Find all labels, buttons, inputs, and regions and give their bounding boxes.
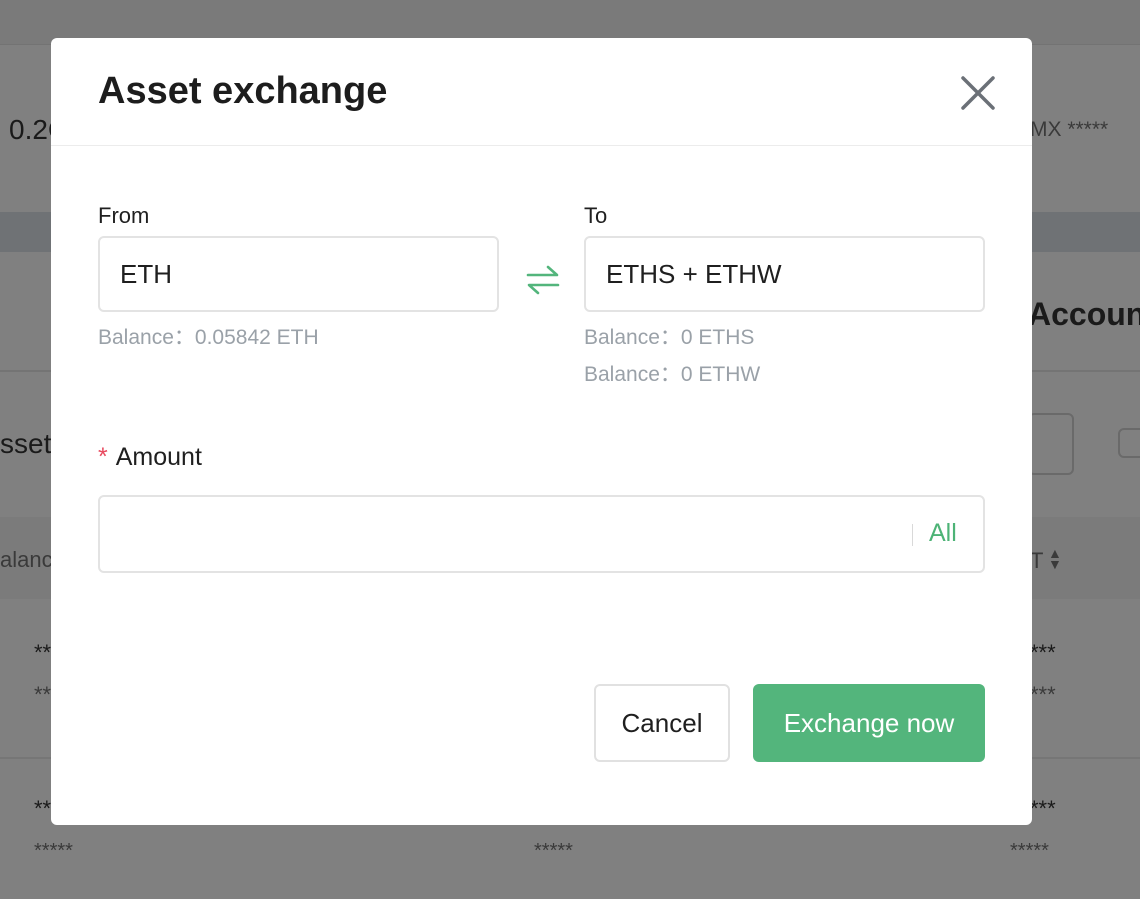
from-label: From xyxy=(98,203,150,228)
close-icon xyxy=(961,76,995,110)
amount-label-text: Amount xyxy=(115,443,202,471)
background-masked-cell: *** xyxy=(1030,796,1056,821)
to-asset-select[interactable]: ETHS + ETHW xyxy=(584,236,985,312)
to-balance-label: Balance： xyxy=(584,326,681,349)
to-balance-value: 0 ETHS xyxy=(680,326,755,349)
background-checkbox xyxy=(1118,428,1140,458)
cancel-button[interactable]: Cancel xyxy=(594,684,730,762)
sort-icon: ▲ ▼ xyxy=(1048,545,1062,572)
to-balance-value: 0 ETHW xyxy=(680,363,761,386)
background-masked-cell: ** xyxy=(34,682,52,707)
required-mark: * xyxy=(98,443,108,471)
background-masked-cell: ** xyxy=(34,640,52,665)
background-masked-cell: ***** xyxy=(534,840,573,862)
close-button[interactable] xyxy=(957,72,999,114)
background-account-heading: Accoun xyxy=(1028,296,1140,332)
background-column-balance: alanc xyxy=(0,547,53,572)
swap-button[interactable] xyxy=(526,265,560,295)
background-input xyxy=(1028,413,1074,475)
dialog-header: Asset exchange xyxy=(51,38,1032,146)
asset-exchange-dialog: Asset exchange From ETH Balance：0.05842 … xyxy=(51,38,1032,825)
amount-field[interactable]: All xyxy=(98,495,985,573)
amount-divider xyxy=(912,524,913,546)
to-balance-ethw: Balance：0 ETHW xyxy=(584,358,760,388)
background-masked-cell: *** xyxy=(1030,640,1056,665)
from-asset-value: ETH xyxy=(120,259,172,289)
to-balance-eths: Balance：0 ETHS xyxy=(584,321,754,351)
to-balance-label: Balance： xyxy=(584,363,681,386)
exchange-now-button[interactable]: Exchange now xyxy=(753,684,985,762)
background-masked-cell: ** xyxy=(34,796,52,821)
amount-label: * Amount xyxy=(98,443,202,472)
to-asset-value: ETHS + ETHW xyxy=(606,259,782,289)
background-masked-cell: ***** xyxy=(1010,840,1049,862)
background-masked-cell: *** xyxy=(1030,682,1056,707)
background-masked-cell: ***** xyxy=(34,840,73,862)
swap-arrows-icon xyxy=(526,265,560,295)
all-button[interactable]: All xyxy=(929,519,957,548)
from-balance-value: 0.05842 ETH xyxy=(194,326,319,349)
from-balance: Balance：0.05842 ETH xyxy=(98,321,319,351)
to-label: To xyxy=(584,203,608,228)
background-assets-label: sset xyxy=(0,428,52,459)
background-masked-value: MX ***** xyxy=(1030,118,1109,141)
dialog-title: Asset exchange xyxy=(98,70,388,112)
amount-input[interactable] xyxy=(114,509,898,561)
from-asset-select[interactable]: ETH xyxy=(98,236,499,312)
from-balance-label: Balance： xyxy=(98,326,195,349)
background-column-sort: T xyxy=(1030,548,1044,573)
